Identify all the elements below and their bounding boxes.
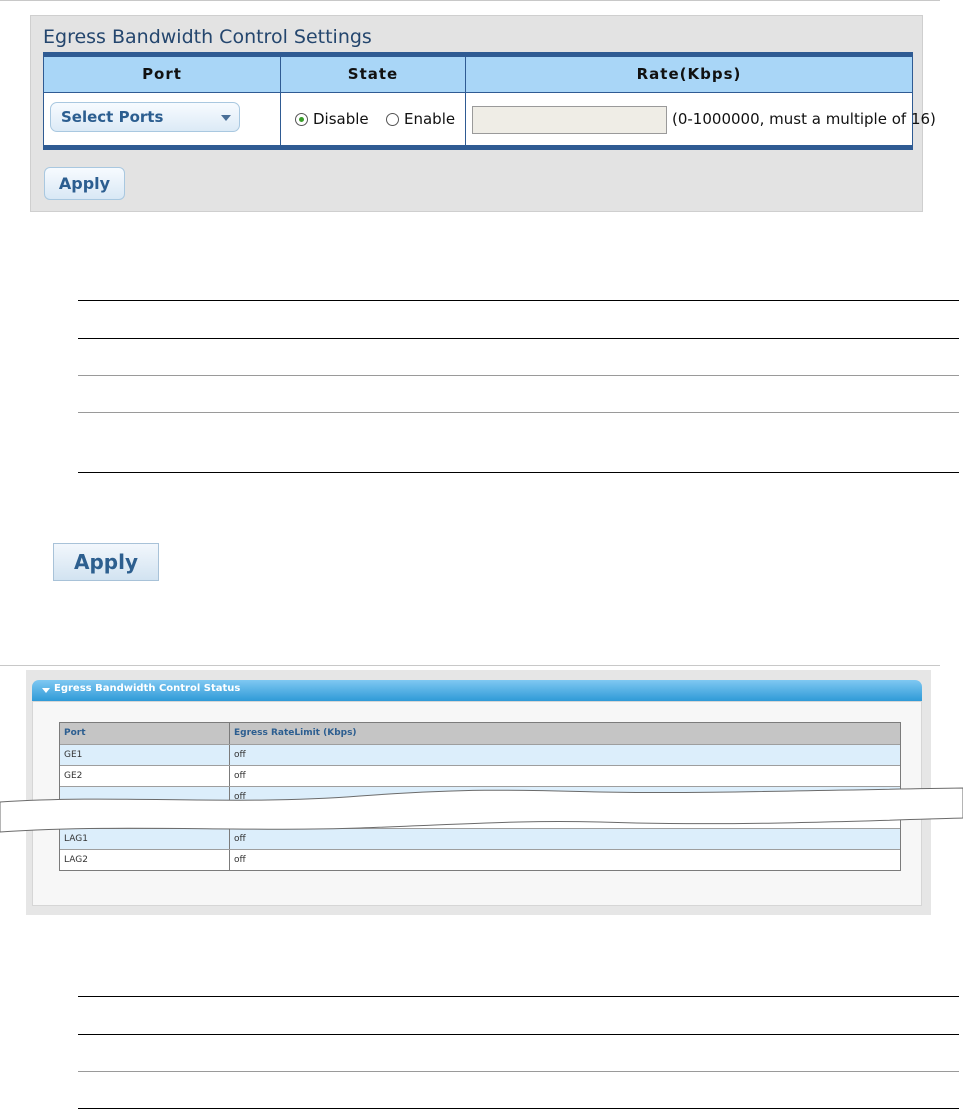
port-cell: Select Ports bbox=[44, 92, 281, 145]
status-table-header: Port Egress RateLimit (Kbps) bbox=[60, 723, 900, 744]
column-header-limit: Egress RateLimit (Kbps) bbox=[234, 728, 357, 738]
row-port: LAG2 bbox=[60, 850, 230, 870]
settings-table: Port State Rate(Kbps) Select Ports Disab… bbox=[43, 52, 936, 150]
row-port: GE1 bbox=[60, 745, 230, 765]
description-rule bbox=[78, 338, 959, 339]
description-rule-bottom bbox=[78, 1108, 959, 1109]
egress-settings-panel: Egress Bandwidth Control Settings Port S… bbox=[30, 15, 936, 212]
column-header-port: Port bbox=[60, 723, 230, 744]
chevron-down-icon bbox=[221, 115, 231, 121]
column-header-rate: Rate(Kbps) bbox=[466, 57, 912, 92]
radio-disable[interactable] bbox=[295, 113, 308, 126]
select-ports-label: Select Ports bbox=[61, 108, 164, 126]
top-divider bbox=[0, 0, 940, 1]
description-rule-top bbox=[78, 300, 959, 301]
table-row: LAG2 off bbox=[60, 849, 900, 870]
radio-enable[interactable] bbox=[386, 113, 399, 126]
page-break-tear bbox=[0, 787, 963, 833]
state-cell: Disable Enable bbox=[281, 92, 466, 145]
column-header-port: Port bbox=[44, 57, 281, 92]
section-divider bbox=[0, 665, 940, 666]
radio-enable-label: Enable bbox=[404, 110, 456, 128]
row-limit: off bbox=[234, 750, 246, 760]
description-rule bbox=[78, 1071, 959, 1072]
rate-input[interactable] bbox=[472, 106, 667, 134]
rate-hint: (0-1000000, must a multiple of 16) bbox=[672, 110, 936, 128]
select-ports-dropdown[interactable]: Select Ports bbox=[50, 102, 240, 132]
apply-button[interactable]: Apply bbox=[44, 167, 125, 200]
status-title: Egress Bandwidth Control Status bbox=[54, 683, 241, 694]
apply-button-large[interactable]: Apply bbox=[53, 543, 159, 581]
column-header-state: State bbox=[281, 57, 466, 92]
description-rule bbox=[78, 1034, 959, 1035]
description-rule bbox=[78, 375, 959, 376]
settings-title: Egress Bandwidth Control Settings bbox=[43, 26, 372, 48]
rate-cell: (0-1000000, must a multiple of 16) bbox=[466, 92, 936, 145]
status-header-bar[interactable]: Egress Bandwidth Control Status bbox=[32, 680, 922, 701]
collapse-arrow-icon bbox=[42, 688, 50, 693]
description-rule-top bbox=[78, 996, 959, 997]
description-rule bbox=[78, 412, 959, 413]
table-row: GE1 off bbox=[60, 744, 900, 765]
description-rule-bottom bbox=[78, 472, 959, 473]
radio-disable-label: Disable bbox=[313, 110, 369, 128]
row-limit: off bbox=[234, 855, 246, 865]
